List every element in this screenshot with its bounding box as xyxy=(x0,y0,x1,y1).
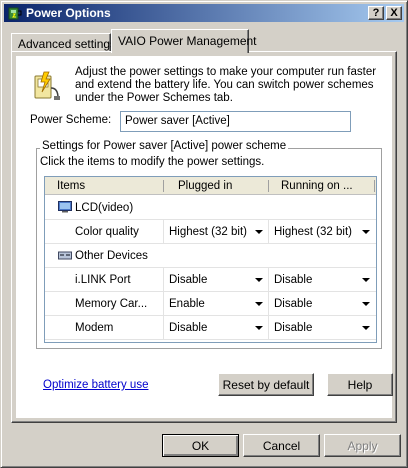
setting-name: Color quality xyxy=(75,226,139,238)
chevron-down-icon[interactable] xyxy=(362,326,370,330)
settings-group-title: Settings for Power saver [Active] power … xyxy=(40,140,289,152)
tab-vaio-power-management[interactable]: VAIO Power Management xyxy=(111,29,257,53)
battery-value: Highest (32 bit) xyxy=(274,226,352,238)
battery-value: Disable xyxy=(274,322,313,334)
column-header-plugged-in[interactable]: Plugged in xyxy=(178,177,268,195)
optimize-battery-link[interactable]: Optimize battery use xyxy=(43,379,148,391)
setting-row[interactable]: Memory Car... Enable Disable xyxy=(45,292,376,316)
plugged-in-value: Highest (32 bit) xyxy=(169,226,247,238)
category-row: LCD(video) xyxy=(45,196,376,220)
battery-value: Disable xyxy=(274,298,313,310)
tab-advanced-settings[interactable]: Advanced settings xyxy=(11,33,116,53)
apply-button[interactable]: Apply xyxy=(324,434,401,457)
column-header-items[interactable]: Items xyxy=(57,177,157,195)
power-options-window: Power Options ? X Advanced settings VAIO… xyxy=(0,0,408,468)
column-header-running-on-battery[interactable]: Running on ... xyxy=(281,177,371,195)
plugged-in-value: Enable xyxy=(169,298,205,310)
tab-panel: Adjust the power settings to make your c… xyxy=(11,51,397,423)
close-title-button[interactable]: X xyxy=(386,6,402,20)
category-row: Other Devices xyxy=(45,244,376,268)
plugged-in-value: Disable xyxy=(169,274,208,286)
chevron-down-icon[interactable] xyxy=(362,230,370,234)
reset-by-default-button[interactable]: Reset by default xyxy=(218,373,314,396)
window-title: Power Options xyxy=(26,6,111,20)
chevron-down-icon[interactable] xyxy=(255,326,263,330)
grid-header: Items Plugged in Running on ... xyxy=(45,177,376,195)
battery-select[interactable]: Disable xyxy=(269,268,376,292)
power-plug-icon xyxy=(34,71,60,100)
setting-row[interactable]: Modem Disable Disable xyxy=(45,316,376,340)
column-divider[interactable] xyxy=(268,180,269,192)
setting-row[interactable]: Color quality Highest (32 bit) Highest (… xyxy=(45,220,376,244)
monitor-icon xyxy=(58,201,72,213)
battery-select[interactable]: Disable xyxy=(269,292,376,316)
settings-grid: Items Plugged in Running on ... LCD(vide… xyxy=(44,176,377,343)
plugged-in-select[interactable]: Enable xyxy=(164,292,268,316)
plugged-in-value: Disable xyxy=(169,322,208,334)
setting-name: Modem xyxy=(75,322,114,334)
help-button[interactable]: Help xyxy=(327,373,393,396)
column-divider[interactable] xyxy=(374,180,375,192)
device-icon xyxy=(58,251,72,260)
battery-value: Disable xyxy=(274,274,313,286)
help-title-button[interactable]: ? xyxy=(368,6,384,20)
description-text: Adjust the power settings to make your c… xyxy=(75,66,377,104)
chevron-down-icon[interactable] xyxy=(255,302,263,306)
chevron-down-icon[interactable] xyxy=(362,302,370,306)
settings-page: Adjust the power settings to make your c… xyxy=(16,56,393,418)
battery-select[interactable]: Disable xyxy=(269,316,376,340)
chevron-down-icon[interactable] xyxy=(255,278,263,282)
setting-name: Memory Car... xyxy=(75,298,148,310)
power-scheme-field: Power saver [Active] xyxy=(120,111,351,132)
chevron-down-icon[interactable] xyxy=(255,230,263,234)
plugged-in-select[interactable]: Disable xyxy=(164,316,268,340)
title-bar[interactable]: Power Options ? X xyxy=(4,4,404,22)
battery-select[interactable]: Highest (32 bit) xyxy=(269,220,376,244)
plugged-in-select[interactable]: Disable xyxy=(164,268,268,292)
plugged-in-select[interactable]: Highest (32 bit) xyxy=(164,220,268,244)
chevron-down-icon[interactable] xyxy=(362,278,370,282)
power-options-icon xyxy=(8,7,22,20)
cancel-button[interactable]: Cancel xyxy=(243,434,320,457)
column-divider[interactable] xyxy=(163,180,164,192)
category-label: Other Devices xyxy=(75,250,148,262)
settings-instruction: Click the items to modify the power sett… xyxy=(40,156,265,168)
ok-button[interactable]: OK xyxy=(162,434,239,457)
setting-row[interactable]: i.LINK Port Disable Disable xyxy=(45,268,376,292)
category-label: LCD(video) xyxy=(75,202,134,214)
setting-name: i.LINK Port xyxy=(75,274,131,286)
power-scheme-label: Power Scheme: xyxy=(30,114,112,126)
